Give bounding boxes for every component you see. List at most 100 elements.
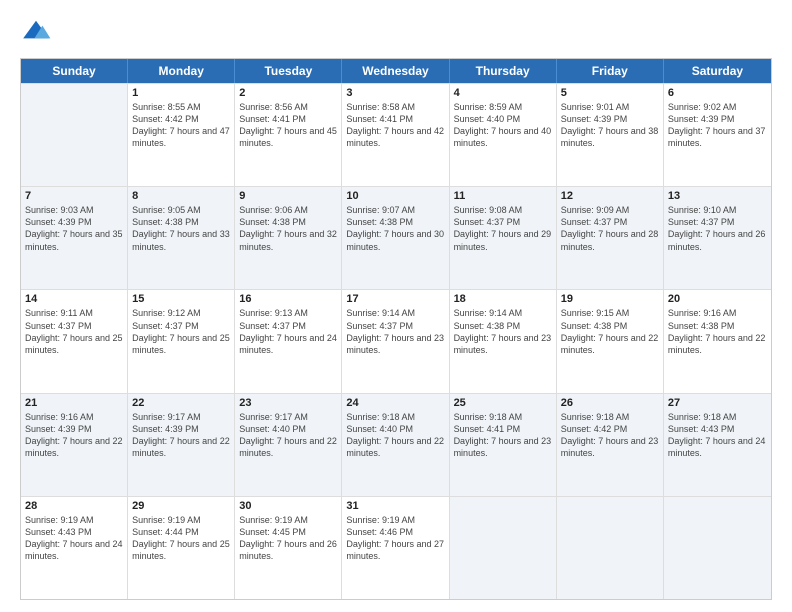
day-info: Sunrise: 9:02 AMSunset: 4:39 PMDaylight:… xyxy=(668,101,767,150)
day-info: Sunrise: 8:59 AMSunset: 4:40 PMDaylight:… xyxy=(454,101,552,150)
cal-cell: 26 Sunrise: 9:18 AMSunset: 4:42 PMDayligh… xyxy=(557,394,664,496)
day-number: 5 xyxy=(561,87,659,99)
day-number: 24 xyxy=(346,397,444,409)
day-info: Sunrise: 9:13 AMSunset: 4:37 PMDaylight:… xyxy=(239,307,337,356)
day-info: Sunrise: 8:58 AMSunset: 4:41 PMDaylight:… xyxy=(346,101,444,150)
day-info: Sunrise: 9:14 AMSunset: 4:37 PMDaylight:… xyxy=(346,307,444,356)
cal-cell: 15 Sunrise: 9:12 AMSunset: 4:37 PMDayligh… xyxy=(128,290,235,392)
day-info: Sunrise: 9:16 AMSunset: 4:39 PMDaylight:… xyxy=(25,411,123,460)
cal-cell: 3Sunrise: 8:58 AMSunset: 4:41 PMDaylight… xyxy=(342,84,449,186)
day-number: 6 xyxy=(668,87,767,99)
day-info: Sunrise: 9:11 AMSunset: 4:37 PMDaylight:… xyxy=(25,307,123,356)
cal-cell: 10 Sunrise: 9:07 AMSunset: 4:38 PMDayligh… xyxy=(342,187,449,289)
day-number: 17 xyxy=(346,293,444,305)
cal-cell: 19Sunrise: 9:15 AMSunset: 4:38 PMDayligh… xyxy=(557,290,664,392)
calendar-header-row: SundayMondayTuesdayWednesdayThursdayFrid… xyxy=(21,59,771,83)
cal-cell: 20 Sunrise: 9:16 AMSunset: 4:38 PMDayligh… xyxy=(664,290,771,392)
cal-header-thursday: Thursday xyxy=(450,59,557,83)
day-number: 19 xyxy=(561,293,659,305)
cal-week-3: 14 Sunrise: 9:11 AMSunset: 4:37 PMDayligh… xyxy=(21,289,771,392)
header xyxy=(20,16,772,48)
cal-header-monday: Monday xyxy=(128,59,235,83)
cal-header-saturday: Saturday xyxy=(664,59,771,83)
day-number: 8 xyxy=(132,190,230,202)
cal-cell: 2 Sunrise: 8:56 AMSunset: 4:41 PMDaylight… xyxy=(235,84,342,186)
day-info: Sunrise: 9:18 AMSunset: 4:42 PMDaylight:… xyxy=(561,411,659,460)
day-info: Sunrise: 9:08 AMSunset: 4:37 PMDaylight:… xyxy=(454,204,552,253)
cal-cell xyxy=(21,84,128,186)
day-number: 12 xyxy=(561,190,659,202)
logo-icon xyxy=(20,16,52,48)
day-info: Sunrise: 9:01 AMSunset: 4:39 PMDaylight:… xyxy=(561,101,659,150)
day-number: 14 xyxy=(25,293,123,305)
day-info: Sunrise: 9:18 AMSunset: 4:41 PMDaylight:… xyxy=(454,411,552,460)
cal-cell: 24 Sunrise: 9:18 AMSunset: 4:40 PMDayligh… xyxy=(342,394,449,496)
cal-header-friday: Friday xyxy=(557,59,664,83)
cal-cell: 12Sunrise: 9:09 AMSunset: 4:37 PMDayligh… xyxy=(557,187,664,289)
cal-cell: 14 Sunrise: 9:11 AMSunset: 4:37 PMDayligh… xyxy=(21,290,128,392)
cal-cell: 27Sunrise: 9:18 AMSunset: 4:43 PMDayligh… xyxy=(664,394,771,496)
cal-cell xyxy=(664,497,771,599)
day-number: 28 xyxy=(25,500,123,512)
day-number: 15 xyxy=(132,293,230,305)
cal-cell: 8 Sunrise: 9:05 AMSunset: 4:38 PMDaylight… xyxy=(128,187,235,289)
cal-cell: 1 Sunrise: 8:55 AMSunset: 4:42 PMDaylight… xyxy=(128,84,235,186)
day-info: Sunrise: 8:55 AMSunset: 4:42 PMDaylight:… xyxy=(132,101,230,150)
cal-header-sunday: Sunday xyxy=(21,59,128,83)
cal-cell: 22Sunrise: 9:17 AMSunset: 4:39 PMDayligh… xyxy=(128,394,235,496)
day-info: Sunrise: 9:12 AMSunset: 4:37 PMDaylight:… xyxy=(132,307,230,356)
calendar-body: 1 Sunrise: 8:55 AMSunset: 4:42 PMDaylight… xyxy=(21,83,771,599)
cal-cell: 30 Sunrise: 9:19 AMSunset: 4:45 PMDayligh… xyxy=(235,497,342,599)
cal-cell: 4 Sunrise: 8:59 AMSunset: 4:40 PMDaylight… xyxy=(450,84,557,186)
cal-cell: 9Sunrise: 9:06 AMSunset: 4:38 PMDaylight… xyxy=(235,187,342,289)
day-info: Sunrise: 9:18 AMSunset: 4:40 PMDaylight:… xyxy=(346,411,444,460)
day-number: 4 xyxy=(454,87,552,99)
cal-header-tuesday: Tuesday xyxy=(235,59,342,83)
logo xyxy=(20,16,56,48)
day-number: 2 xyxy=(239,87,337,99)
cal-week-4: 21 Sunrise: 9:16 AMSunset: 4:39 PMDayligh… xyxy=(21,393,771,496)
cal-cell: 17 Sunrise: 9:14 AMSunset: 4:37 PMDayligh… xyxy=(342,290,449,392)
day-number: 10 xyxy=(346,190,444,202)
day-number: 9 xyxy=(239,190,337,202)
day-info: Sunrise: 9:07 AMSunset: 4:38 PMDaylight:… xyxy=(346,204,444,253)
cal-week-2: 7 Sunrise: 9:03 AMSunset: 4:39 PMDaylight… xyxy=(21,186,771,289)
cal-cell: 21 Sunrise: 9:16 AMSunset: 4:39 PMDayligh… xyxy=(21,394,128,496)
day-info: Sunrise: 9:14 AMSunset: 4:38 PMDaylight:… xyxy=(454,307,552,356)
day-number: 26 xyxy=(561,397,659,409)
cal-cell: 31 Sunrise: 9:19 AMSunset: 4:46 PMDayligh… xyxy=(342,497,449,599)
day-number: 11 xyxy=(454,190,552,202)
day-number: 20 xyxy=(668,293,767,305)
day-info: Sunrise: 9:19 AMSunset: 4:45 PMDaylight:… xyxy=(239,514,337,563)
day-number: 29 xyxy=(132,500,230,512)
day-info: Sunrise: 9:18 AMSunset: 4:43 PMDaylight:… xyxy=(668,411,767,460)
page: SundayMondayTuesdayWednesdayThursdayFrid… xyxy=(0,0,792,612)
cal-cell: 28 Sunrise: 9:19 AMSunset: 4:43 PMDayligh… xyxy=(21,497,128,599)
cal-cell: 29 Sunrise: 9:19 AMSunset: 4:44 PMDayligh… xyxy=(128,497,235,599)
cal-cell: 13 Sunrise: 9:10 AMSunset: 4:37 PMDayligh… xyxy=(664,187,771,289)
cal-cell xyxy=(557,497,664,599)
day-info: Sunrise: 9:16 AMSunset: 4:38 PMDaylight:… xyxy=(668,307,767,356)
day-info: Sunrise: 9:17 AMSunset: 4:40 PMDaylight:… xyxy=(239,411,337,460)
day-info: Sunrise: 9:17 AMSunset: 4:39 PMDaylight:… xyxy=(132,411,230,460)
day-number: 13 xyxy=(668,190,767,202)
cal-cell: 25 Sunrise: 9:18 AMSunset: 4:41 PMDayligh… xyxy=(450,394,557,496)
day-info: Sunrise: 9:19 AMSunset: 4:44 PMDaylight:… xyxy=(132,514,230,563)
day-number: 31 xyxy=(346,500,444,512)
day-number: 30 xyxy=(239,500,337,512)
day-info: Sunrise: 8:56 AMSunset: 4:41 PMDaylight:… xyxy=(239,101,337,150)
day-number: 23 xyxy=(239,397,337,409)
cal-cell: 11 Sunrise: 9:08 AMSunset: 4:37 PMDayligh… xyxy=(450,187,557,289)
day-number: 25 xyxy=(454,397,552,409)
cal-cell: 18Sunrise: 9:14 AMSunset: 4:38 PMDayligh… xyxy=(450,290,557,392)
day-number: 1 xyxy=(132,87,230,99)
day-number: 7 xyxy=(25,190,123,202)
day-info: Sunrise: 9:03 AMSunset: 4:39 PMDaylight:… xyxy=(25,204,123,253)
day-number: 21 xyxy=(25,397,123,409)
day-info: Sunrise: 9:10 AMSunset: 4:37 PMDaylight:… xyxy=(668,204,767,253)
day-info: Sunrise: 9:19 AMSunset: 4:46 PMDaylight:… xyxy=(346,514,444,563)
day-info: Sunrise: 9:19 AMSunset: 4:43 PMDaylight:… xyxy=(25,514,123,563)
day-info: Sunrise: 9:05 AMSunset: 4:38 PMDaylight:… xyxy=(132,204,230,253)
cal-cell: 5 Sunrise: 9:01 AMSunset: 4:39 PMDaylight… xyxy=(557,84,664,186)
cal-cell: 6 Sunrise: 9:02 AMSunset: 4:39 PMDaylight… xyxy=(664,84,771,186)
